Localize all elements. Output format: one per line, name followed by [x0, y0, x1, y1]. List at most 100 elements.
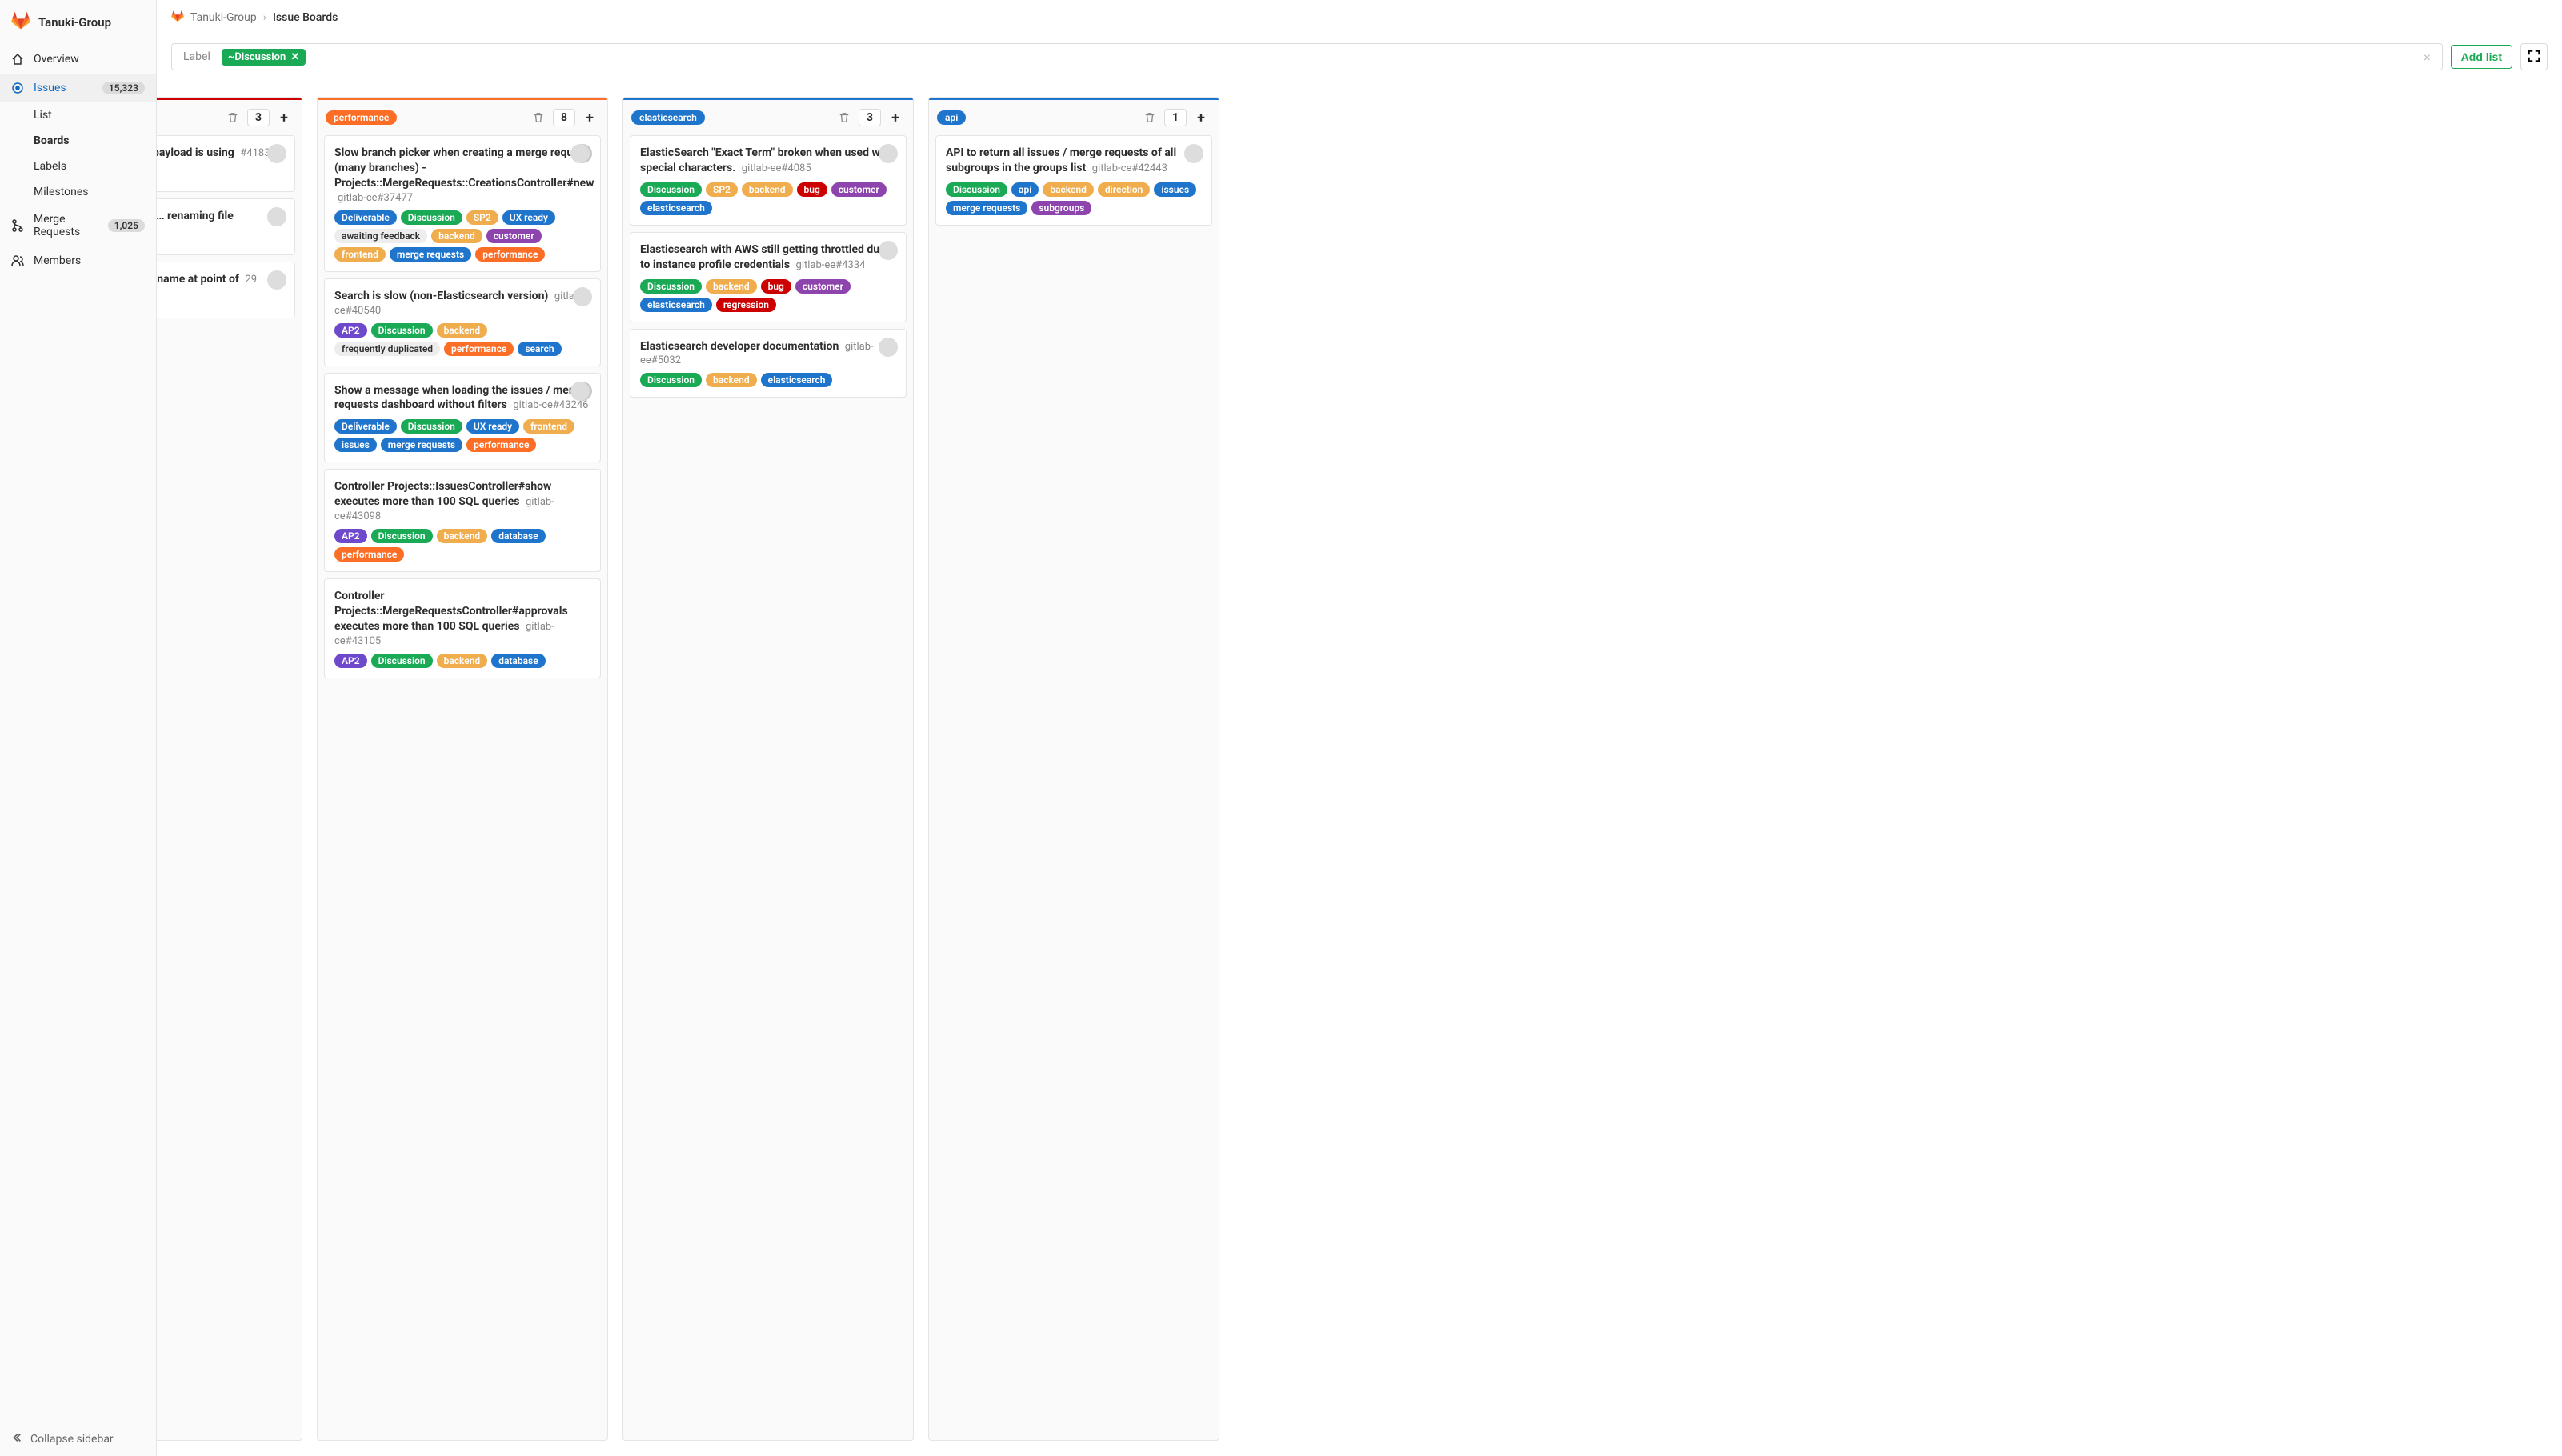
label-performance[interactable]: performance — [444, 342, 514, 356]
close-icon[interactable]: ✕ — [290, 51, 299, 63]
nav-sub-list[interactable]: List — [34, 102, 156, 128]
filter-chip[interactable]: ~Discussion ✕ — [222, 49, 306, 66]
label-Discussion[interactable]: Discussion — [371, 654, 433, 668]
label-awaiting-feedback[interactable]: awaiting feedback — [334, 229, 427, 243]
label-frontend[interactable]: frontend — [523, 419, 574, 434]
add-card-button[interactable]: + — [886, 108, 905, 127]
label-UX-ready[interactable]: UX ready — [502, 210, 555, 225]
label-backend[interactable]: backend — [431, 229, 482, 243]
label-performance[interactable]: performance — [466, 438, 536, 452]
label-issues[interactable]: issues — [1154, 182, 1196, 197]
label-performance[interactable]: performance — [334, 547, 404, 562]
column-cards[interactable]: ElasticSearch "Exact Term" broken when u… — [623, 135, 913, 410]
avatar[interactable] — [267, 144, 286, 163]
label-SP2[interactable]: SP2 — [466, 210, 498, 225]
avatar[interactable] — [879, 241, 898, 260]
add-list-button[interactable]: Add list — [2451, 45, 2512, 69]
delete-list-button[interactable] — [1140, 108, 1159, 127]
board-area[interactable]: hidden-left 3 + …ilestones data- …when p… — [157, 82, 2562, 1456]
nav-sub-boards[interactable]: Boards — [34, 128, 156, 154]
label-Discussion[interactable]: Discussion — [640, 182, 702, 197]
add-card-button[interactable]: + — [274, 108, 294, 127]
label-Deliverable[interactable]: Deliverable — [334, 419, 397, 434]
nav-item-issues[interactable]: Issues 15,323 — [0, 74, 156, 102]
label-merge-requests[interactable]: merge requests — [946, 201, 1027, 215]
avatar[interactable] — [267, 270, 286, 290]
column-title[interactable]: api — [937, 110, 966, 125]
label-elasticsearch[interactable]: elasticsearch — [640, 298, 712, 312]
label-AP2[interactable]: AP2 — [334, 654, 367, 668]
card[interactable]: API to return all issues / merge request… — [935, 135, 1212, 226]
avatar[interactable] — [879, 338, 898, 357]
card[interactable]: …me inside Changes-tab … renaming file S… — [157, 198, 295, 255]
label-Discussion[interactable]: Discussion — [640, 279, 702, 294]
label-direction[interactable]: direction — [1098, 182, 1150, 197]
label-Discussion[interactable]: Discussion — [371, 323, 433, 338]
avatar[interactable] — [267, 207, 286, 226]
label-Discussion[interactable]: Discussion — [401, 210, 462, 225]
label-bug[interactable]: bug — [761, 279, 791, 294]
label-customer[interactable]: customer — [831, 182, 887, 197]
card[interactable]: Elasticsearch developer documentation gi… — [630, 329, 907, 398]
label-Discussion[interactable]: Discussion — [640, 373, 702, 387]
label-performance[interactable]: performance — [475, 247, 545, 262]
column-cards[interactable]: …ilestones data- …when payload is using … — [157, 135, 302, 331]
label-subgroups[interactable]: subgroups — [1031, 201, 1091, 215]
label-Discussion[interactable]: Discussion — [371, 529, 433, 543]
delete-list-button[interactable] — [223, 108, 242, 127]
label-frequently-duplicated[interactable]: frequently duplicated — [334, 342, 440, 356]
avatar[interactable] — [573, 287, 592, 306]
column-cards[interactable]: API to return all issues / merge request… — [929, 135, 1219, 238]
label-issues[interactable]: issues — [334, 438, 377, 452]
avatar[interactable] — [570, 382, 590, 401]
label-backend[interactable]: backend — [706, 373, 757, 387]
avatar[interactable] — [570, 144, 590, 163]
label-elasticsearch[interactable]: elasticsearch — [640, 201, 712, 215]
delete-list-button[interactable] — [529, 108, 548, 127]
label-Discussion[interactable]: Discussion — [946, 182, 1007, 197]
clear-filter-button[interactable]: × — [2419, 50, 2436, 65]
column-title[interactable]: elasticsearch — [631, 110, 705, 125]
filter-bar[interactable]: Label ~Discussion ✕ × — [171, 43, 2443, 70]
nav-item-merge-requests[interactable]: Merge Requests 1,025 — [0, 205, 156, 246]
label-backend[interactable]: backend — [1043, 182, 1094, 197]
delete-list-button[interactable] — [835, 108, 854, 127]
label-merge-requests[interactable]: merge requests — [390, 247, 471, 262]
card[interactable]: Controller Projects::MergeRequestsContro… — [324, 578, 601, 678]
label-database[interactable]: database — [491, 654, 546, 668]
nav-sub-milestones[interactable]: Milestones — [34, 179, 156, 205]
card[interactable]: …e Issue' using project … name at point … — [157, 262, 295, 318]
column-title[interactable]: performance — [326, 110, 397, 125]
label-merge-requests[interactable]: merge requests — [381, 438, 462, 452]
label-backend[interactable]: backend — [437, 529, 488, 543]
expand-button[interactable] — [2520, 43, 2548, 70]
label-customer[interactable]: customer — [486, 229, 542, 243]
label-AP2[interactable]: AP2 — [334, 323, 367, 338]
label-customer[interactable]: customer — [795, 279, 851, 294]
label-api[interactable]: api — [1011, 182, 1039, 197]
label-backend[interactable]: backend — [437, 654, 488, 668]
card[interactable]: Slow branch picker when creating a merge… — [324, 135, 601, 272]
label-Discussion[interactable]: Discussion — [401, 419, 462, 434]
label-backend[interactable]: backend — [706, 279, 757, 294]
label-regression[interactable]: regression — [716, 298, 776, 312]
label-database[interactable]: database — [491, 529, 546, 543]
nav-item-overview[interactable]: Overview — [0, 45, 156, 74]
label-elasticsearch[interactable]: elasticsearch — [761, 373, 833, 387]
avatar[interactable] — [1184, 144, 1203, 163]
avatar[interactable] — [879, 144, 898, 163]
card[interactable]: ElasticSearch "Exact Term" broken when u… — [630, 135, 907, 226]
label-bug[interactable]: bug — [797, 182, 827, 197]
label-frontend[interactable]: frontend — [334, 247, 386, 262]
collapse-sidebar[interactable]: Collapse sidebar — [0, 1422, 156, 1456]
group-title[interactable]: Tanuki-Group — [38, 15, 111, 30]
label-Deliverable[interactable]: Deliverable — [334, 210, 397, 225]
label-backend[interactable]: backend — [437, 323, 488, 338]
add-card-button[interactable]: + — [580, 108, 599, 127]
card[interactable]: Elasticsearch with AWS still getting thr… — [630, 232, 907, 322]
card[interactable]: Search is slow (non-Elasticsearch versio… — [324, 278, 601, 366]
nav-item-members[interactable]: Members — [0, 246, 156, 275]
card[interactable]: Show a message when loading the issues /… — [324, 373, 601, 463]
label-backend[interactable]: backend — [742, 182, 793, 197]
card[interactable]: …ilestones data- …when payload is using … — [157, 135, 295, 192]
